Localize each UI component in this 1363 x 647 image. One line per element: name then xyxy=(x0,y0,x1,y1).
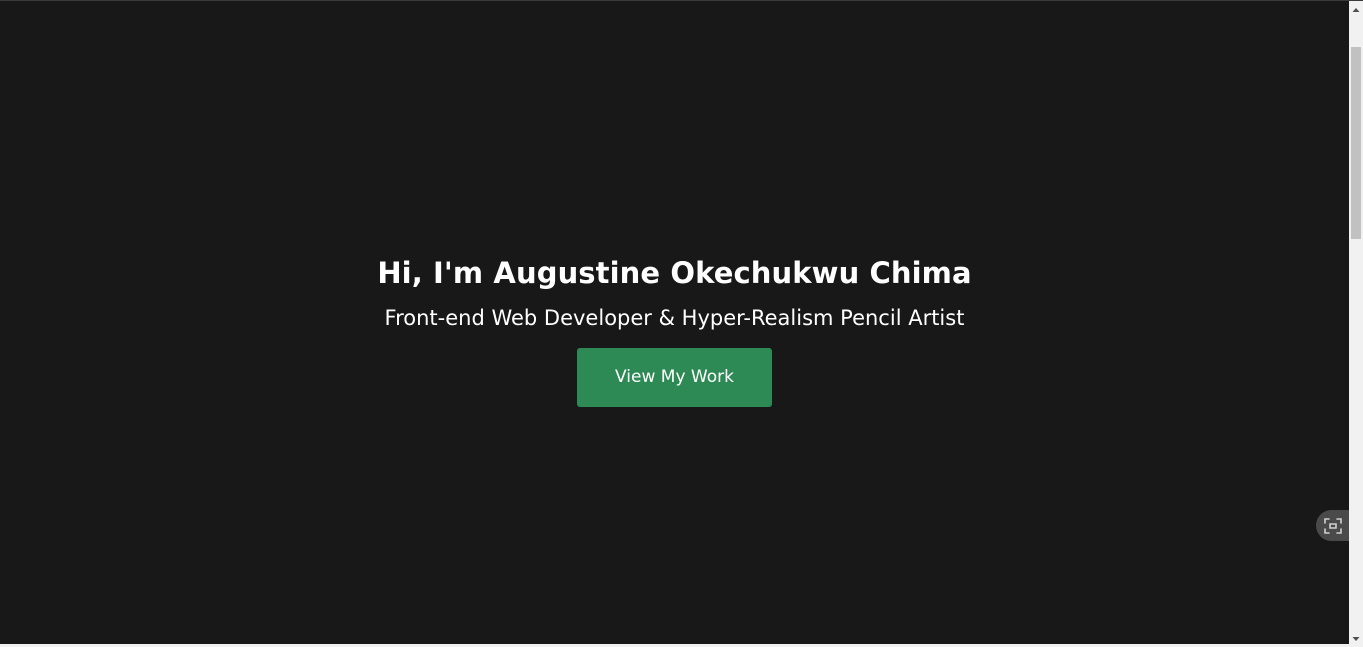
hero-section: Hi, I'm Augustine Okechukwu Chima Front-… xyxy=(0,1,1349,647)
screen-capture-widget[interactable] xyxy=(1316,510,1349,541)
vertical-scrollbar[interactable] xyxy=(1349,1,1363,647)
page-viewport: Hi, I'm Augustine Okechukwu Chima Front-… xyxy=(0,0,1363,647)
view-my-work-button[interactable]: View My Work xyxy=(577,348,772,407)
screen-capture-icon xyxy=(1323,517,1342,534)
chevron-down-icon[interactable] xyxy=(1349,632,1363,646)
hero-subtitle: Front-end Web Developer & Hyper-Realism … xyxy=(384,306,965,330)
scrollbar-thumb[interactable] xyxy=(1351,47,1361,239)
chevron-up-icon[interactable] xyxy=(1349,3,1363,17)
hero-title: Hi, I'm Augustine Okechukwu Chima xyxy=(377,256,972,290)
